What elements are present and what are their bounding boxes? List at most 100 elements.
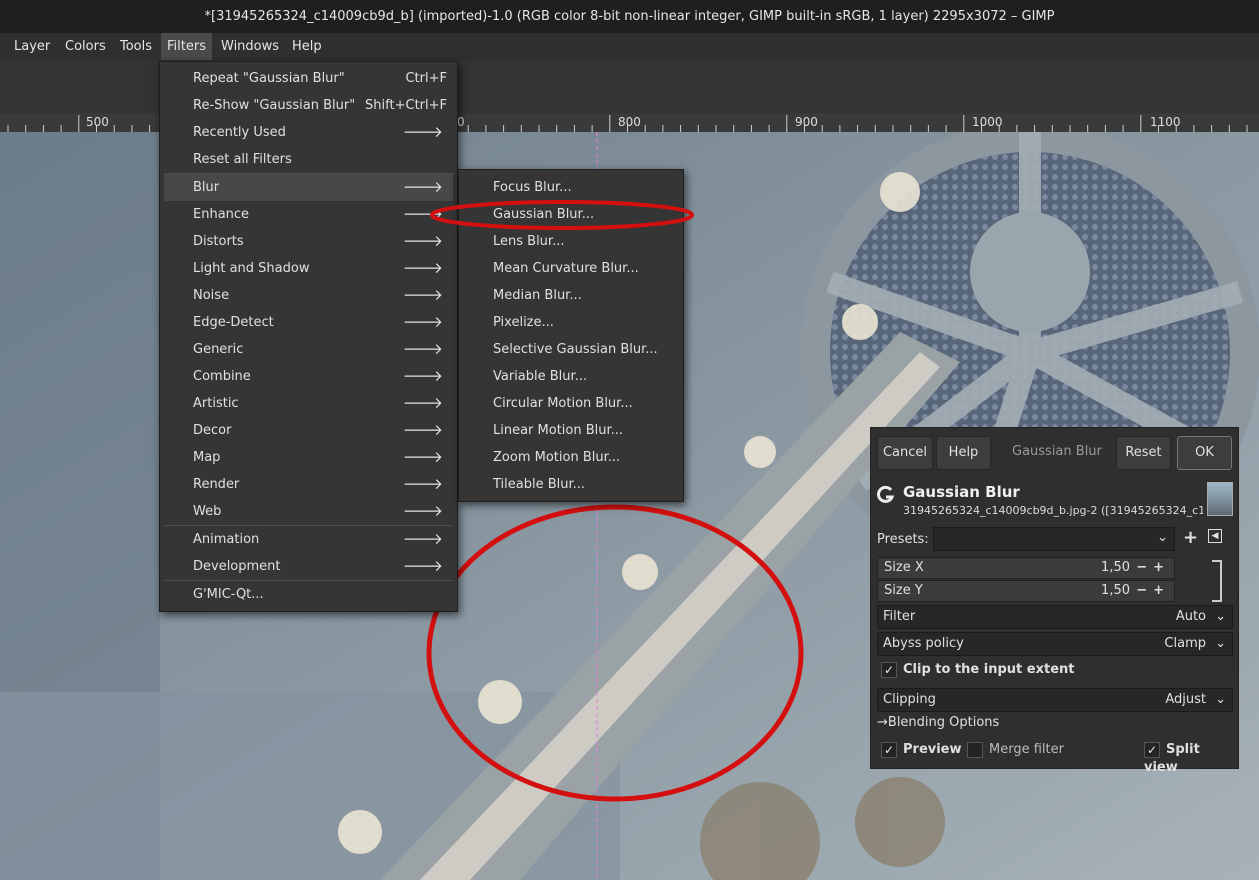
checkmark-icon: ✓ <box>881 661 897 678</box>
arrow-right-icon: 🡒 <box>402 367 443 385</box>
minus-plus-icon[interactable]: −+ <box>1136 558 1170 578</box>
arrow-right-icon: 🡒 <box>402 448 443 466</box>
menu-item-label: Generic <box>193 342 244 357</box>
menu-item-animation[interactable]: Animation 🡒 <box>164 526 453 553</box>
menu-item-development[interactable]: Development 🡒 <box>164 553 453 580</box>
submenu-item-selective-gaussian-blur[interactable]: Selective Gaussian Blur... <box>463 336 679 363</box>
menu-tools[interactable]: Tools <box>114 33 158 60</box>
submenu-item-lens-blur[interactable]: Lens Blur... <box>463 228 679 255</box>
menu-item-blur[interactable]: Blur 🡒 <box>164 174 453 201</box>
arrow-right-icon: 🡒 <box>402 232 443 250</box>
checkmark-icon: ✓ <box>1144 741 1160 758</box>
chevron-down-icon: ⌄ <box>1215 609 1226 624</box>
menu-item-noise[interactable]: Noise 🡒 <box>164 282 453 309</box>
menu-item-decor[interactable]: Decor 🡒 <box>164 417 453 444</box>
menu-item-label: Noise <box>193 288 230 303</box>
chain-link-icon[interactable] <box>1212 560 1222 602</box>
add-preset-icon[interactable]: + <box>1183 527 1198 548</box>
presets-combo[interactable]: ⌄ <box>933 527 1175 551</box>
reset-button[interactable]: Reset <box>1116 436 1171 470</box>
filter-combo[interactable]: Filter Auto ⌄ <box>877 605 1233 629</box>
minus-plus-icon[interactable]: −+ <box>1136 581 1170 601</box>
arrow-right-icon: 🡒 <box>402 340 443 358</box>
cancel-button[interactable]: Cancel <box>877 436 933 470</box>
menu-item-reset-all-filters[interactable]: Reset all Filters <box>164 146 453 173</box>
highlight-ellipse <box>430 200 694 230</box>
presets-label: Presets: <box>877 532 929 547</box>
menu-item-distorts[interactable]: Distorts 🡒 <box>164 228 453 255</box>
preset-menu-icon[interactable]: ◀ <box>1208 529 1222 543</box>
clipping-label: Clipping <box>883 692 936 707</box>
menu-item-label: Focus Blur... <box>493 180 572 195</box>
blending-options-expander[interactable]: →Blending Options <box>877 715 999 730</box>
menu-item-label: G'MIC-Qt... <box>193 587 264 602</box>
menu-filters[interactable]: Filters <box>161 33 212 60</box>
preview-checkbox[interactable]: ✓ Preview <box>881 741 962 759</box>
submenu-item-zoom-motion-blur[interactable]: Zoom Motion Blur... <box>463 444 679 471</box>
size-x-spinner[interactable]: Size X 1,50 −+ <box>877 557 1175 579</box>
abyss-policy-combo[interactable]: Abyss policy Clamp ⌄ <box>877 632 1233 656</box>
menu-item-web[interactable]: Web 🡒 <box>164 498 453 525</box>
menu-item-label: Zoom Motion Blur... <box>493 450 621 465</box>
help-button[interactable]: Help <box>936 436 991 470</box>
menu-colors[interactable]: Colors <box>59 33 112 60</box>
ruler-label: 1000 <box>972 115 1003 129</box>
menu-item-generic[interactable]: Generic 🡒 <box>164 336 453 363</box>
submenu-item-pixelize[interactable]: Pixelize... <box>463 309 679 336</box>
menu-item-label: Circular Motion Blur... <box>493 396 633 411</box>
arrow-right-icon: 🡒 <box>402 286 443 304</box>
submenu-item-linear-motion-blur[interactable]: Linear Motion Blur... <box>463 417 679 444</box>
ruler-label: 900 <box>795 115 818 129</box>
clip-to-input-checkbox[interactable]: ✓ Clip to the input extent <box>881 661 1074 679</box>
menu-item-combine[interactable]: Combine 🡒 <box>164 363 453 390</box>
split-view-checkbox[interactable]: ✓ Split view <box>1144 741 1238 775</box>
submenu-item-focus-blur[interactable]: Focus Blur... <box>463 174 679 201</box>
menu-item-recently-used[interactable]: Recently Used 🡒 <box>164 119 453 146</box>
menu-item-label: Edge-Detect <box>193 315 274 330</box>
submenu-item-variable-blur[interactable]: Variable Blur... <box>463 363 679 390</box>
menu-item-label: Distorts <box>193 234 244 249</box>
arrow-right-icon: 🡒 <box>402 394 443 412</box>
preview-label: Preview <box>903 742 962 757</box>
menu-item-gmic-qt[interactable]: G'MIC-Qt... <box>164 581 453 608</box>
arrow-right-icon: → <box>877 715 888 730</box>
window-title-bar: *[31945265324_c14009cb9d_b] (imported)-1… <box>0 0 1259 33</box>
submenu-item-circular-motion-blur[interactable]: Circular Motion Blur... <box>463 390 679 417</box>
menu-windows[interactable]: Windows <box>215 33 285 60</box>
filter-subtitle: 31945265324_c14009cb9d_b.jpg-2 ([3194526… <box>903 504 1203 517</box>
menu-item-label: Median Blur... <box>493 288 582 303</box>
chevron-down-icon: ⌄ <box>1157 530 1168 545</box>
menu-item-render[interactable]: Render 🡒 <box>164 471 453 498</box>
ruler-label: 0 <box>457 115 465 129</box>
menu-help[interactable]: Help <box>286 33 328 60</box>
menu-item-label: Pixelize... <box>493 315 554 330</box>
menu-item-reshow-gaussian-blur[interactable]: Re-Show "Gaussian Blur" Shift+Ctrl+F <box>164 92 453 119</box>
menu-item-edge-detect[interactable]: Edge-Detect 🡒 <box>164 309 453 336</box>
dialog-title: Gaussian Blur <box>1012 444 1102 459</box>
submenu-item-tileable-blur[interactable]: Tileable Blur... <box>463 471 679 498</box>
menu-item-repeat-gaussian-blur[interactable]: Repeat "Gaussian Blur" Ctrl+F <box>164 65 453 92</box>
merge-filter-label: Merge filter <box>989 742 1064 757</box>
menu-item-artistic[interactable]: Artistic 🡒 <box>164 390 453 417</box>
menu-item-map[interactable]: Map 🡒 <box>164 444 453 471</box>
submenu-item-mean-curvature-blur[interactable]: Mean Curvature Blur... <box>463 255 679 282</box>
menu-item-label: Blur <box>193 180 220 195</box>
ruler-label: 800 <box>618 115 641 129</box>
ok-button[interactable]: OK <box>1177 436 1232 470</box>
menu-item-label: Combine <box>193 369 251 384</box>
shortcut-label: Shift+Ctrl+F <box>365 98 447 113</box>
clipping-combo[interactable]: Clipping Adjust ⌄ <box>877 688 1233 712</box>
menu-layer[interactable]: Layer <box>8 33 56 60</box>
size-y-spinner[interactable]: Size Y 1,50 −+ <box>877 580 1175 602</box>
merge-filter-checkbox[interactable]: Merge filter <box>967 741 1064 759</box>
menu-item-label: Lens Blur... <box>493 234 565 249</box>
menu-item-light-and-shadow[interactable]: Light and Shadow 🡒 <box>164 255 453 282</box>
arrow-right-icon: 🡒 <box>402 502 443 520</box>
submenu-item-median-blur[interactable]: Median Blur... <box>463 282 679 309</box>
arrow-right-icon: 🡒 <box>402 421 443 439</box>
filter-label: Filter <box>883 609 916 624</box>
menu-item-enhance[interactable]: Enhance 🡒 <box>164 201 453 228</box>
checkbox-empty <box>967 741 983 758</box>
menu-item-label: Enhance <box>193 207 250 222</box>
abyss-policy-label: Abyss policy <box>883 636 964 651</box>
